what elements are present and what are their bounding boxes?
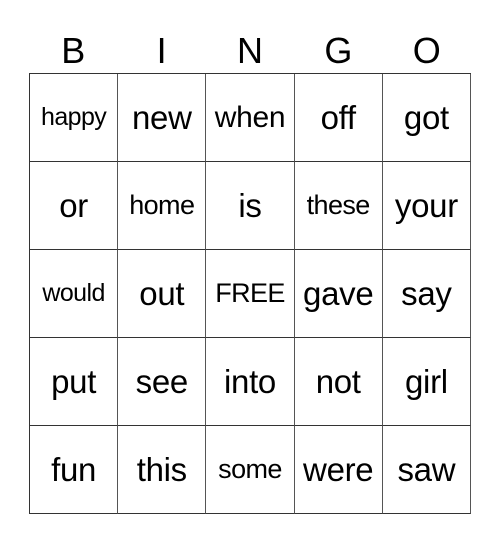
bingo-cell[interactable]: happy (30, 74, 119, 162)
bingo-cell[interactable]: is (206, 162, 295, 250)
bingo-cell[interactable]: some (206, 426, 295, 514)
bingo-cell[interactable]: gave (294, 250, 383, 338)
header-letter-n: N (236, 30, 263, 71)
header-letter-g: G (324, 30, 353, 71)
bingo-cell[interactable]: say (382, 250, 471, 338)
header-letter-i: I (156, 30, 167, 71)
bingo-cell[interactable]: were (294, 426, 383, 514)
free-space-cell[interactable]: FREE (206, 250, 295, 338)
bingo-cell[interactable]: put (30, 338, 119, 426)
bingo-cell[interactable]: see (118, 338, 207, 426)
bingo-cell[interactable]: out (118, 250, 207, 338)
bingo-cell[interactable]: home (118, 162, 207, 250)
header-letter-o: O (412, 30, 441, 71)
bingo-cell[interactable]: new (118, 74, 207, 162)
bingo-cell[interactable]: girl (382, 338, 471, 426)
bingo-cell[interactable]: saw (382, 426, 471, 514)
bingo-cell[interactable]: fun (30, 426, 119, 514)
bingo-grid: happy new when off got or home is these … (29, 73, 471, 514)
bingo-cell[interactable]: not (294, 338, 383, 426)
bingo-cell[interactable]: your (382, 162, 471, 250)
bingo-cell[interactable]: these (294, 162, 383, 250)
bingo-cell[interactable]: this (118, 426, 207, 514)
header-letter-b: B (61, 30, 86, 71)
bingo-cell[interactable]: got (382, 74, 471, 162)
bingo-header: B I N G O (29, 28, 471, 73)
bingo-cell[interactable]: or (30, 162, 119, 250)
bingo-cell[interactable]: would (30, 250, 119, 338)
bingo-cell[interactable]: off (294, 74, 383, 162)
bingo-cell[interactable]: when (206, 74, 295, 162)
bingo-cell[interactable]: into (206, 338, 295, 426)
